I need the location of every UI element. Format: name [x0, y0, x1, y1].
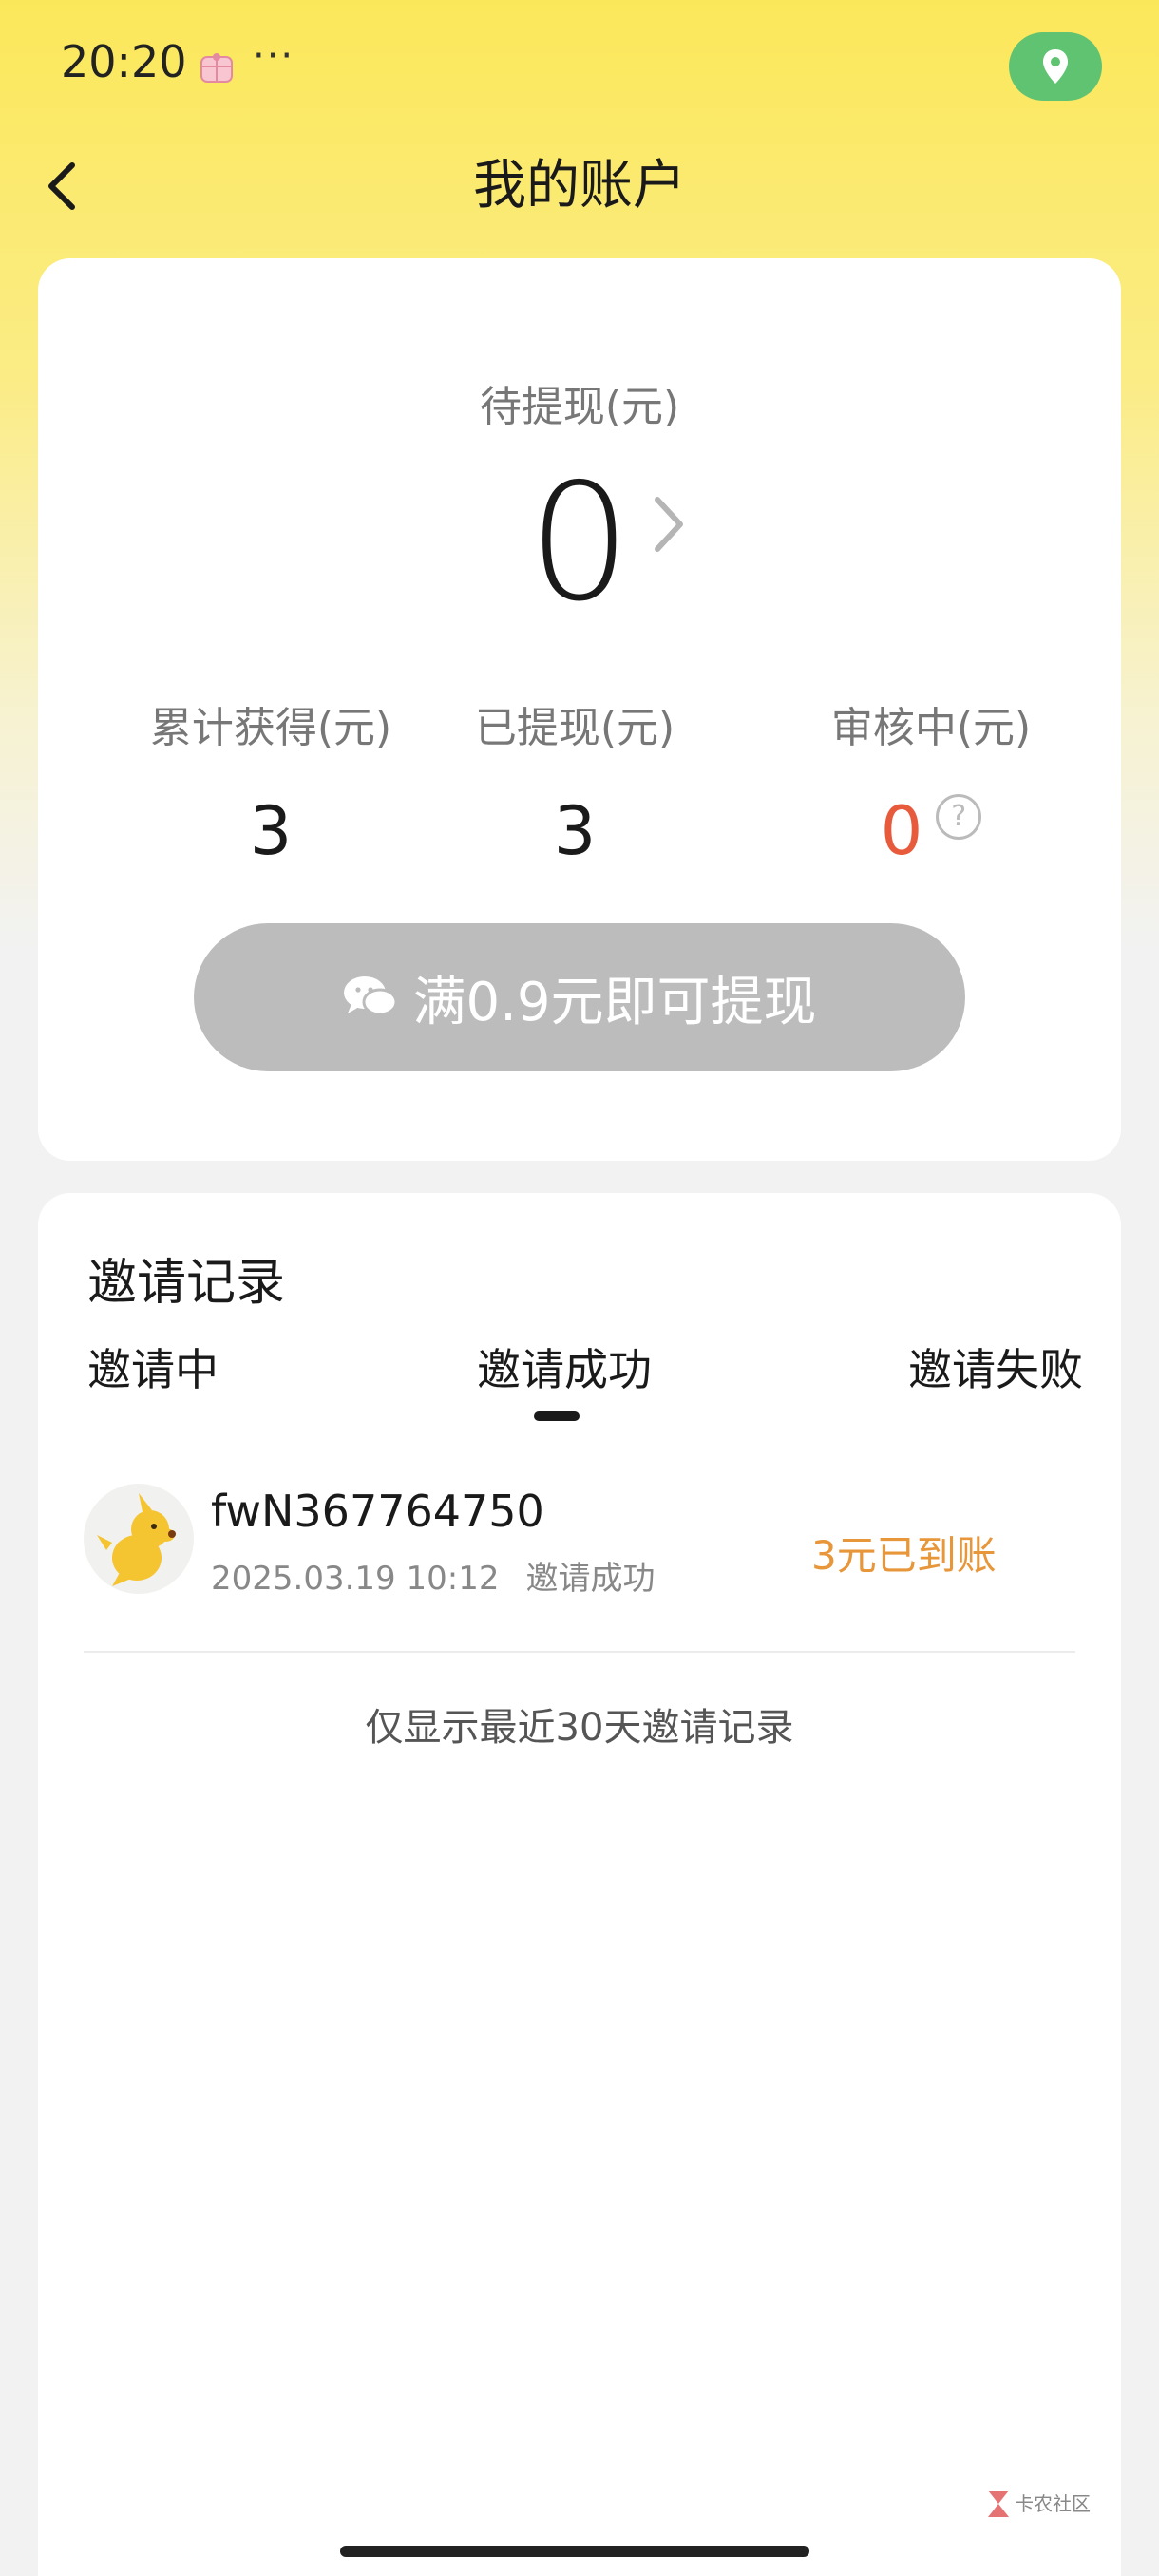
stat-value: 3: [249, 792, 293, 870]
record-amount: 3元已到账: [811, 1532, 997, 1579]
record-status: 邀请成功: [525, 1560, 656, 1598]
chevron-right-icon[interactable]: [646, 486, 694, 562]
kangaroo-mascot-icon: [97, 1493, 176, 1586]
avatar: [84, 1484, 194, 1594]
list-item[interactable]: fwN367764750 2025.03.19 10:12 邀请成功 3元已到账: [84, 1478, 1113, 1611]
watermark-logo-icon: [988, 2491, 1009, 2517]
watermark: 卡农社区: [984, 2487, 1108, 2525]
stat-under-review: 审核中(元) 0?: [741, 695, 1121, 883]
tab-invite-failed[interactable]: 邀请失败: [908, 1335, 1083, 1398]
pending-withdraw-label: 待提现(元): [479, 383, 680, 431]
stat-total-earned: 累计获得(元) 3: [95, 695, 446, 883]
invite-records-card: 邀请记录 邀请中 邀请成功 邀请失败 fwN367764750 2025.03.…: [38, 1193, 1121, 2576]
location-indicator[interactable]: [1009, 32, 1102, 101]
tab-invite-success[interactable]: 邀请成功: [477, 1335, 652, 1398]
tab-inviting[interactable]: 邀请中: [87, 1335, 218, 1398]
active-tab-indicator: [534, 1411, 580, 1421]
pending-withdraw-value[interactable]: 0: [38, 448, 1121, 638]
stat-label: 累计获得(元): [149, 704, 392, 752]
withdraw-button[interactable]: 满0.9元即可提现: [194, 923, 965, 1071]
wechat-icon: [344, 976, 398, 1016]
status-more-dots: ···: [253, 34, 295, 78]
page-title: 我的账户: [473, 155, 686, 217]
stat-value-row: 0?: [741, 779, 1121, 883]
stat-label: 已提现(元): [474, 704, 675, 752]
stat-value: 0: [880, 792, 923, 870]
invite-records-title: 邀请记录: [87, 1255, 286, 1312]
question-circle-icon[interactable]: ?: [936, 794, 982, 840]
invitee-name: fwN367764750: [211, 1486, 544, 1537]
location-pin-icon: [1043, 49, 1068, 84]
divider: [84, 1651, 1075, 1653]
status-bar: 20:20 ···: [0, 0, 1159, 133]
gift-box-icon: [200, 53, 233, 83]
watermark-text: 卡农社区: [1015, 2492, 1091, 2515]
balance-card: 待提现(元) 0 累计获得(元) 3 已提现(元) 3 审核中(元) 0? 满0…: [38, 258, 1121, 1161]
status-time: 20:20: [61, 36, 187, 87]
records-footnote: 仅显示最近30天邀请记录: [365, 1706, 794, 1750]
withdraw-button-label: 满0.9元即可提现: [412, 971, 817, 1033]
stat-value: 3: [553, 792, 597, 870]
home-indicator[interactable]: [340, 2546, 809, 2557]
stat-withdrawn: 已提现(元) 3: [418, 695, 732, 883]
record-meta: 2025.03.19 10:12 邀请成功: [211, 1552, 655, 1599]
record-date: 2025.03.19 10:12: [211, 1560, 500, 1598]
stat-label: 审核中(元): [830, 704, 1032, 752]
